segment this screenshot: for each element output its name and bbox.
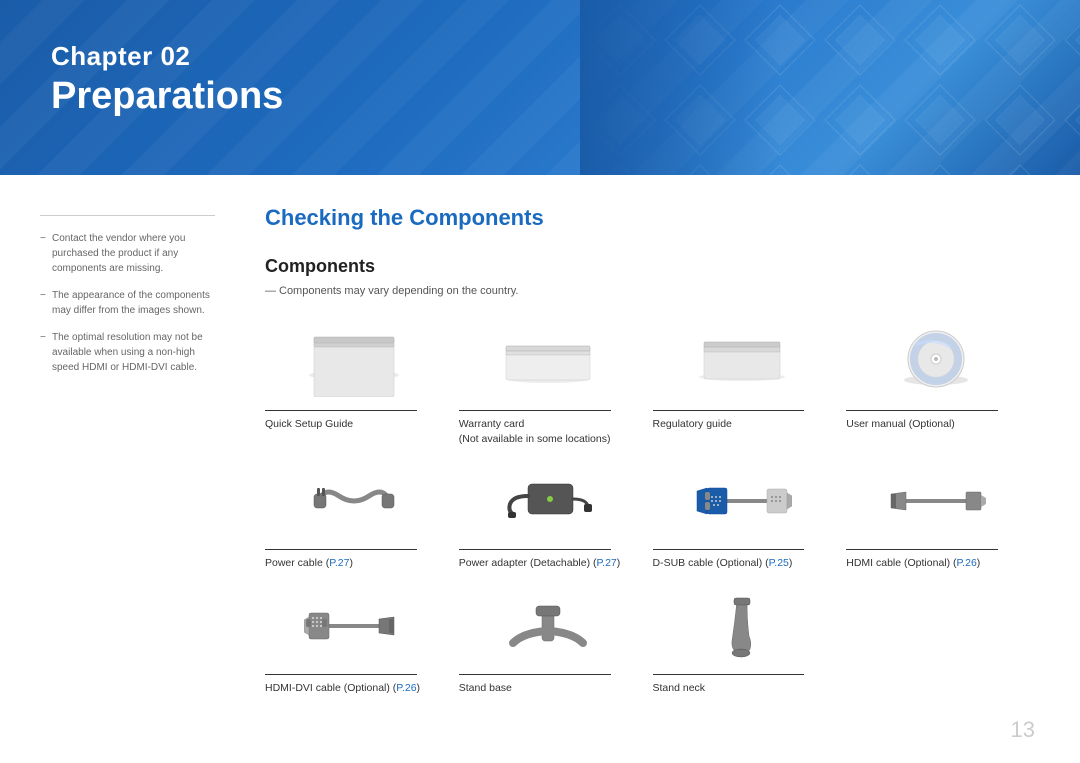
components-note: Components may vary depending on the cou… bbox=[265, 285, 1040, 297]
component-image-regulatory bbox=[653, 322, 832, 402]
component-divider bbox=[265, 549, 417, 550]
component-divider bbox=[653, 674, 805, 675]
component-divider bbox=[459, 674, 611, 675]
component-label-power-cable: Power cable (P.27) bbox=[265, 556, 353, 571]
component-divider bbox=[459, 410, 611, 411]
component-label-hdmi: HDMI cable (Optional) (P.26) bbox=[846, 556, 980, 571]
component-divider bbox=[846, 549, 998, 550]
component-regulatory-guide: Regulatory guide bbox=[653, 322, 847, 446]
component-power-cable: Power cable (P.27) bbox=[265, 461, 459, 571]
component-divider bbox=[265, 410, 417, 411]
component-divider bbox=[846, 410, 998, 411]
diamond-decoration bbox=[580, 0, 1080, 175]
sidebar-divider bbox=[40, 215, 215, 216]
subsection-title: Components bbox=[265, 256, 1040, 277]
power-cable-link[interactable]: P.27 bbox=[329, 557, 349, 569]
chapter-title: Preparations bbox=[51, 74, 283, 120]
component-label-stand-base: Stand base bbox=[459, 681, 512, 696]
component-user-manual: User manual (Optional) bbox=[846, 322, 1040, 446]
content-area: Contact the vendor where you purchased t… bbox=[0, 175, 1080, 716]
component-image-quick-setup bbox=[265, 322, 444, 402]
component-image-hdmi-dvi bbox=[265, 586, 444, 666]
sidebar-note-2: The appearance of the components may dif… bbox=[40, 288, 215, 318]
chapter-label: Chapter 02 bbox=[51, 40, 283, 74]
component-image-cd bbox=[846, 322, 1025, 402]
component-label-hdmi-dvi: HDMI-DVI cable (Optional) (P.26) bbox=[265, 681, 420, 696]
hdmi-link[interactable]: P.26 bbox=[957, 557, 977, 569]
component-divider bbox=[459, 549, 611, 550]
header-text: Chapter 02 Preparations bbox=[51, 40, 283, 119]
component-warranty-card: Warranty card(Not available in some loca… bbox=[459, 322, 653, 446]
component-image-power-cable bbox=[265, 461, 444, 541]
component-image-hdmi bbox=[846, 461, 1025, 541]
section-title: Checking the Components bbox=[265, 205, 1040, 231]
sidebar: Contact the vendor where you purchased t… bbox=[40, 205, 215, 696]
component-quick-setup: Quick Setup Guide bbox=[265, 322, 459, 446]
component-image-stand-base bbox=[459, 586, 638, 666]
component-divider bbox=[653, 549, 805, 550]
component-image-power-adapter bbox=[459, 461, 638, 541]
main-content: Checking the Components Components Compo… bbox=[245, 205, 1040, 696]
component-label-manual: User manual (Optional) bbox=[846, 417, 955, 432]
component-image-warranty bbox=[459, 322, 638, 402]
header-banner: Chapter 02 Preparations bbox=[0, 0, 1080, 175]
page-number: 13 bbox=[1011, 717, 1035, 743]
component-label-quick-setup: Quick Setup Guide bbox=[265, 417, 353, 432]
component-hdmi-cable: HDMI cable (Optional) (P.26) bbox=[846, 461, 1040, 571]
component-stand-neck: Stand neck bbox=[653, 586, 847, 696]
component-label-stand-neck: Stand neck bbox=[653, 681, 706, 696]
power-adapter-link[interactable]: P.27 bbox=[597, 557, 617, 569]
component-divider bbox=[653, 410, 805, 411]
component-dsub-cable: D-SUB cable (Optional) (P.25) bbox=[653, 461, 847, 571]
component-label-dsub: D-SUB cable (Optional) (P.25) bbox=[653, 556, 793, 571]
component-image-dsub bbox=[653, 461, 832, 541]
component-label-regulatory: Regulatory guide bbox=[653, 417, 732, 432]
component-divider bbox=[265, 674, 417, 675]
component-power-adapter: Power adapter (Detachable) (P.27) bbox=[459, 461, 653, 571]
sidebar-note-1: Contact the vendor where you purchased t… bbox=[40, 231, 215, 276]
component-hdmi-dvi-cable: HDMI-DVI cable (Optional) (P.26) bbox=[265, 586, 459, 696]
component-stand-base: Stand base bbox=[459, 586, 653, 696]
component-image-stand-neck bbox=[653, 586, 832, 666]
sidebar-note-3: The optimal resolution may not be availa… bbox=[40, 330, 215, 375]
dsub-link[interactable]: P.25 bbox=[769, 557, 789, 569]
components-grid: Quick Setup Guide Warranty card(Not avai… bbox=[265, 322, 1040, 696]
component-label-warranty: Warranty card(Not available in some loca… bbox=[459, 417, 611, 446]
hdmi-dvi-link[interactable]: P.26 bbox=[396, 682, 416, 694]
component-label-power-adapter: Power adapter (Detachable) (P.27) bbox=[459, 556, 621, 571]
